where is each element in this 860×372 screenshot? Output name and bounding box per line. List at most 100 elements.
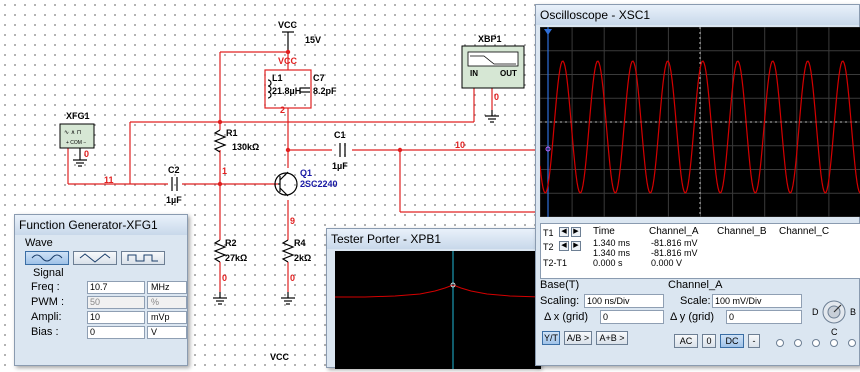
c7-capacitor[interactable]	[300, 87, 310, 93]
oscilloscope-title[interactable]: Oscilloscope - XSC1	[536, 5, 859, 25]
r2-label: R2	[225, 238, 237, 248]
yt-mode-button[interactable]: Y/T	[542, 331, 560, 345]
dx-grid-label: Δ x (grid)	[544, 311, 589, 323]
c2-value-label: 1µF	[166, 195, 182, 205]
y-position-field[interactable]: 0	[726, 310, 802, 324]
q1-model-label: 2SC2240	[300, 179, 338, 189]
sine-wave-button[interactable]	[25, 251, 69, 265]
l1-value-label: 21.8µH	[272, 86, 301, 96]
pwm-field[interactable]: 50	[87, 296, 145, 309]
gnd-node-label: 0	[290, 273, 295, 283]
xfg1-instrument[interactable]: ∿ ∧ ⊓ + COM −	[59, 123, 95, 149]
node-1-label: 1	[222, 166, 227, 176]
c1-capacitor[interactable]	[339, 143, 346, 157]
freq-unit-select[interactable]: MHz	[147, 281, 187, 294]
vcc-label: VCC	[278, 20, 298, 30]
freq-field[interactable]: 10.7	[87, 281, 145, 294]
t2-t1-label: T2-T1	[543, 258, 568, 268]
q1-label: Q1	[300, 168, 312, 178]
col-channel-b: Channel_B	[717, 226, 767, 237]
l1-label: L1	[272, 73, 283, 83]
xbp1-instrument[interactable]	[461, 45, 525, 89]
t2-time: 1.340 ms	[593, 248, 631, 258]
freq-row: Freq : 10.7 MHz	[25, 281, 187, 295]
function-generator-title[interactable]: Function Generator-XFG1	[15, 215, 187, 235]
channel-a-scale-field[interactable]: 100 mV/Div	[712, 294, 802, 308]
bode-response-curve	[335, 284, 542, 298]
zero-coupling-button[interactable]: 0	[702, 334, 716, 348]
square-wave-icon	[127, 254, 158, 262]
square-wave-button[interactable]	[121, 251, 165, 265]
r2-resistor[interactable]	[213, 239, 227, 263]
c2-capacitor[interactable]	[171, 177, 178, 191]
freq-label: Freq :	[31, 281, 60, 293]
r1-resistor[interactable]	[213, 129, 227, 153]
node-2-label: 2	[280, 105, 285, 115]
signal-group-label: Signal	[33, 267, 64, 279]
tester-porter-window[interactable]: Tester Porter - XPB1	[326, 228, 542, 369]
knob-label-b: B	[850, 307, 857, 317]
ab-mode-button[interactable]: A/B >	[564, 331, 592, 345]
t1-right-arrow-icon[interactable]: ▶	[571, 227, 581, 237]
scale-label: Scale:	[680, 295, 711, 307]
tester-porter-title[interactable]: Tester Porter - XPB1	[327, 229, 539, 249]
gnd-node-label: 0	[222, 273, 227, 283]
node-9-label: 9	[290, 216, 295, 226]
c7-label: C7	[313, 73, 325, 83]
channel-selector-knob[interactable]: D B C	[810, 293, 858, 339]
a-plus-b-mode-button[interactable]: A+B >	[596, 331, 628, 345]
x-position-field[interactable]: 0	[600, 310, 664, 324]
knob-icon	[822, 300, 846, 324]
vcc-bottom-label: VCC	[270, 352, 290, 362]
node-10-label: 10	[455, 140, 465, 150]
t1-left-arrow-icon[interactable]: ◀	[559, 227, 569, 237]
gnd-node-label: 0	[84, 149, 89, 159]
triangle-wave-button[interactable]	[73, 251, 117, 265]
r4-label: R4	[294, 238, 306, 248]
cursor-t1-handle-icon[interactable]	[544, 29, 552, 35]
scaling-label: Scaling:	[540, 295, 580, 307]
t2-t1-time: 0.000 s	[593, 258, 623, 268]
bode-display[interactable]	[335, 251, 542, 369]
bias-label: Bias :	[31, 326, 59, 338]
t2-left-arrow-icon[interactable]: ◀	[559, 241, 569, 251]
col-time: Time	[593, 226, 615, 237]
ac-coupling-button[interactable]: AC	[674, 334, 698, 348]
function-generator-window[interactable]: Function Generator-XFG1 Wave Signal Freq…	[14, 214, 188, 366]
ampli-unit-select[interactable]: mVp	[147, 311, 187, 324]
ampli-row: Ampli: 10 mVp	[25, 311, 187, 325]
xfg1-label: XFG1	[66, 111, 90, 121]
oscilloscope-window[interactable]: Oscilloscope - XSC1 Time Channel_A Chann…	[535, 4, 860, 366]
scope-display[interactable]	[539, 26, 860, 218]
t1-label: T1	[543, 228, 554, 238]
node-11-label: 11	[104, 175, 114, 185]
bias-unit-select[interactable]: V	[147, 326, 187, 339]
ampli-label: Ampli:	[31, 311, 62, 323]
t2-right-arrow-icon[interactable]: ▶	[571, 241, 581, 251]
triangle-wave-icon	[79, 253, 111, 263]
timebase-scale-field[interactable]: 100 ns/Div	[584, 294, 664, 308]
knob-label-c: C	[831, 327, 838, 337]
sine-wave-icon	[31, 254, 63, 262]
wave-group-label: Wave	[25, 237, 53, 249]
pwm-unit-select[interactable]: %	[147, 296, 187, 309]
t1-time: 1.340 ms	[593, 238, 631, 248]
bias-row: Bias : 0 V	[25, 326, 187, 340]
c7-value-label: 8.2pF	[313, 86, 337, 96]
channel-a-section-label: Channel_A	[668, 279, 723, 291]
dc-coupling-button[interactable]: DC	[720, 334, 744, 348]
gnd-node-label: 0	[494, 92, 499, 102]
q1-transistor[interactable]	[274, 171, 298, 197]
radio-buttons-row[interactable]	[774, 338, 858, 348]
ampli-field[interactable]: 10	[87, 311, 145, 324]
pwm-label: PWM :	[31, 296, 64, 308]
t2-t1-channel-a: 0.000 V	[651, 258, 683, 268]
svg-text:+ COM −: + COM −	[66, 140, 86, 146]
svg-text:∿ ∧ ⊓: ∿ ∧ ⊓	[64, 130, 82, 136]
l1-inductor[interactable]	[267, 79, 272, 99]
r4-resistor[interactable]	[281, 239, 295, 263]
minus-button[interactable]: -	[748, 334, 760, 348]
c1-value-label: 1µF	[332, 161, 348, 171]
scope-graticule	[539, 26, 860, 218]
bias-field[interactable]: 0	[87, 326, 145, 339]
